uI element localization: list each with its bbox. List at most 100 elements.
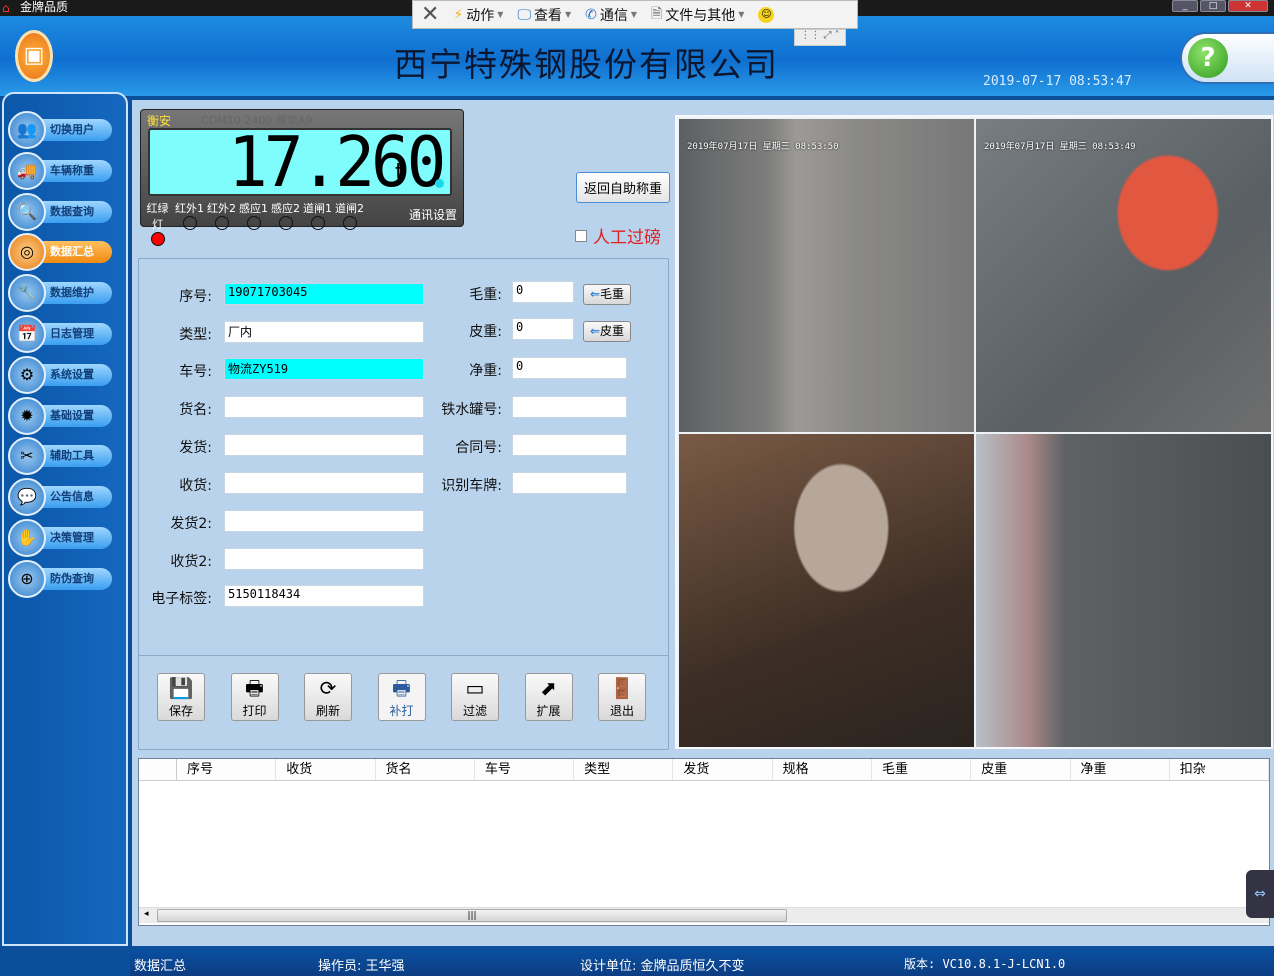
column-header[interactable]: 皮重 bbox=[971, 759, 1071, 780]
contract-input[interactable] bbox=[512, 434, 627, 456]
action-button-4[interactable]: ▭ 过滤 bbox=[451, 673, 499, 721]
vehicle-input[interactable]: 物流ZY519 bbox=[224, 358, 424, 380]
column-header[interactable]: 规格 bbox=[773, 759, 872, 780]
sidebar-item-8[interactable]: ✂ 辅助工具 bbox=[8, 437, 112, 476]
capture-tare-button[interactable]: ⇐皮重 bbox=[583, 321, 631, 342]
signal-lamp-icon bbox=[310, 216, 325, 230]
truck-icon: 🚚 bbox=[8, 151, 46, 190]
receiver-input[interactable] bbox=[224, 472, 424, 494]
sidebar-item-2[interactable]: 🔍 数据查询 bbox=[8, 192, 112, 231]
sidebar-item-label: 数据维护 bbox=[38, 282, 112, 305]
scrollbar-thumb[interactable]: ||| bbox=[157, 909, 787, 922]
sidebar-item-7[interactable]: ✹ 基础设置 bbox=[8, 396, 112, 435]
sidebar-item-6[interactable]: ⚙ 系统设置 bbox=[8, 355, 112, 394]
type-input[interactable]: 厂内 bbox=[224, 321, 424, 343]
plate_recog-input[interactable] bbox=[512, 472, 627, 494]
help-button[interactable]: ? bbox=[1180, 32, 1274, 84]
goods-input[interactable] bbox=[224, 396, 424, 418]
column-header[interactable]: 毛重 bbox=[872, 759, 972, 780]
goods-label: 货名: bbox=[179, 402, 212, 418]
comm-settings-link[interactable]: 通讯设置 bbox=[409, 206, 457, 223]
sidebar-item-3[interactable]: ◎ 数据汇总 bbox=[8, 233, 112, 272]
sidebar-item-9[interactable]: 💬 公告信息 bbox=[8, 478, 112, 517]
close-button[interactable]: ✕ bbox=[1228, 0, 1268, 12]
toolbar-files[interactable]: 🗎 文件与其他 ▼ bbox=[651, 3, 744, 27]
sender-input[interactable] bbox=[224, 434, 424, 456]
camera-feed-2[interactable]: 2019年07月17日 星期三 08:53:49 bbox=[976, 119, 1271, 432]
weight-unit: t bbox=[395, 158, 405, 186]
tools-icon: ✂ bbox=[8, 437, 46, 476]
action-button-5[interactable]: ⬈ 扩展 bbox=[524, 673, 573, 721]
column-header[interactable]: 发货 bbox=[673, 759, 773, 780]
signal-lamp-icon bbox=[278, 216, 293, 230]
camera-feed-4[interactable] bbox=[976, 434, 1271, 747]
status-version: 版本: VC10.8.1-J-LCN1.0 bbox=[904, 957, 1066, 971]
gear-icon: ⚙ bbox=[8, 355, 46, 394]
signal-indicator: 感应1 bbox=[238, 200, 269, 246]
tare-input[interactable]: 0 bbox=[512, 318, 574, 340]
sidebar-item-label: 数据汇总 bbox=[38, 241, 112, 264]
feedback-smiley-icon[interactable]: ☺ bbox=[758, 6, 775, 23]
column-header[interactable]: 车号 bbox=[475, 759, 575, 780]
camera-feed-1[interactable]: 2019年07月17日 星期三 08:53:50 bbox=[679, 119, 974, 432]
close-session-icon[interactable]: ✕ bbox=[421, 2, 439, 27]
serial-input[interactable]: 19071703045 bbox=[224, 283, 424, 305]
toolbar-communication[interactable]: ✆ 通信 ▼ bbox=[585, 5, 637, 25]
database-icon: ◎ bbox=[8, 233, 46, 272]
receiver2-label: 收货2: bbox=[170, 554, 212, 570]
tank_no-label: 铁水罐号: bbox=[441, 402, 502, 418]
sidebar-item-1[interactable]: 🚚 车辆称重 bbox=[8, 151, 112, 190]
sidebar-item-4[interactable]: 🔧 数据维护 bbox=[8, 274, 112, 313]
rfid-input[interactable]: 5150118434 bbox=[224, 585, 424, 607]
action-button-3[interactable]: 🖶 补打 bbox=[377, 673, 426, 721]
monitor-icon: 🖵 bbox=[517, 6, 531, 23]
remote-toolbar: ✕ ⚡ 动作 ▼ 🖵 查看 ▼ ✆ 通信 ▼ 🗎 文件与其他 ▼ ☺ bbox=[412, 0, 858, 29]
rfid-label: 电子标签: bbox=[151, 591, 212, 607]
column-header[interactable]: 收货 bbox=[276, 759, 376, 780]
sidebar-item-5[interactable]: 📅 日志管理 bbox=[8, 315, 112, 353]
net-input[interactable]: 0 bbox=[512, 357, 627, 379]
gross-input[interactable]: 0 bbox=[512, 281, 574, 303]
action-button-0[interactable]: 💾 保存 bbox=[157, 673, 205, 721]
camera-feed-3[interactable] bbox=[679, 434, 974, 747]
signal-indicator: 红绿灯 bbox=[142, 200, 173, 246]
scale-logo-icon: ▣ bbox=[15, 30, 53, 82]
column-header[interactable]: 货名 bbox=[376, 759, 475, 780]
table-header: 序号 收货 货名 车号 类型 发货 规格 毛重 皮重 净重 扣杂 bbox=[139, 759, 1270, 781]
checkbox-box[interactable] bbox=[575, 229, 587, 242]
toolbar-actions[interactable]: ⚡ 动作 ▼ bbox=[453, 5, 503, 25]
column-header[interactable]: 净重 bbox=[1071, 759, 1170, 780]
sidebar-item-10[interactable]: ✋ 决策管理 bbox=[8, 519, 112, 557]
remote-panel-tab[interactable]: ⇔ bbox=[1246, 870, 1274, 918]
column-header[interactable]: 扣杂 bbox=[1170, 759, 1270, 780]
sender-label: 发货: bbox=[179, 440, 212, 456]
weight-value: 17.260 bbox=[228, 122, 446, 203]
column-header[interactable]: 序号 bbox=[177, 759, 277, 780]
printer-icon: 🖶 bbox=[245, 676, 264, 700]
company-title: 西宁特殊钢股份有限公司 bbox=[394, 45, 779, 84]
minimize-button[interactable]: _ bbox=[1172, 0, 1198, 12]
sidebar-item-11[interactable]: ⊕ 防伪查询 bbox=[8, 559, 112, 598]
action-label: 退出 bbox=[609, 704, 634, 718]
maximize-button[interactable]: □ bbox=[1200, 0, 1226, 12]
floppy-icon: 💾 bbox=[168, 676, 194, 700]
horizontal-scrollbar[interactable]: ◂ ||| bbox=[139, 907, 1269, 923]
column-header[interactable]: 类型 bbox=[574, 759, 674, 780]
manual-weigh-checkbox[interactable]: 人工过磅 bbox=[575, 223, 661, 248]
sender2-input[interactable] bbox=[224, 510, 424, 532]
action-button-6[interactable]: 🚪 退出 bbox=[598, 673, 646, 721]
stable-indicator bbox=[435, 179, 444, 188]
capture-gross-button[interactable]: ⇐毛重 bbox=[583, 284, 631, 305]
sidebar-item-0[interactable]: 👥 切换用户 bbox=[8, 111, 112, 149]
exit-door-icon: 🚪 bbox=[609, 676, 635, 700]
tank_no-input[interactable] bbox=[512, 396, 627, 418]
action-button-2[interactable]: ⟳ 刷新 bbox=[304, 673, 352, 721]
sidebar-item-label: 辅助工具 bbox=[38, 445, 112, 468]
signal-label: 红绿灯 bbox=[146, 202, 169, 231]
toolbar-collapse[interactable]: ⋮⋮ ⤢ ˄ bbox=[794, 29, 846, 46]
receiver2-input[interactable] bbox=[224, 548, 424, 570]
toolbar-view[interactable]: 🖵 查看 ▼ bbox=[517, 5, 571, 25]
return-self-weigh-button[interactable]: 返回自助称重 bbox=[576, 172, 670, 203]
action-button-1[interactable]: 🖶 打印 bbox=[230, 673, 279, 721]
tare-label: 皮重: bbox=[469, 324, 502, 340]
